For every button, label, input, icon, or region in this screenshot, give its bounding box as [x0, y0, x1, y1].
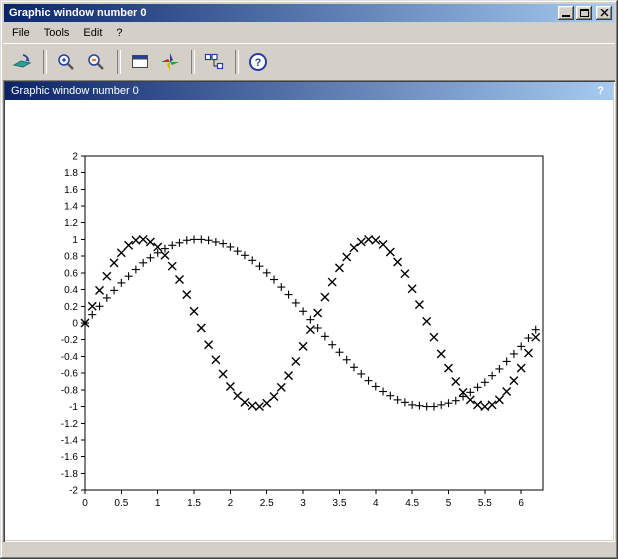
- figure-title: Graphic window number 0: [11, 85, 597, 97]
- svg-text:0.2: 0.2: [64, 302, 78, 313]
- svg-text:-0.4: -0.4: [61, 352, 79, 363]
- svg-text:0.5: 0.5: [114, 498, 128, 509]
- zoom-in-icon: [56, 52, 76, 72]
- toolbar-separator: [117, 50, 121, 74]
- svg-text:-0.6: -0.6: [61, 369, 79, 380]
- ged-icon: [160, 52, 180, 72]
- close-button[interactable]: [596, 6, 612, 20]
- status-bar: [3, 543, 615, 556]
- svg-text:-0.8: -0.8: [61, 385, 79, 396]
- close-icon: [600, 9, 609, 17]
- svg-text:0: 0: [72, 318, 78, 329]
- svg-text:1: 1: [155, 498, 161, 509]
- svg-text:-1.4: -1.4: [61, 435, 79, 446]
- window-title: Graphic window number 0: [9, 7, 556, 19]
- svg-text:0: 0: [82, 498, 88, 509]
- svg-text:4: 4: [373, 498, 379, 509]
- figure-properties-button[interactable]: [126, 48, 154, 76]
- svg-text:1.8: 1.8: [64, 168, 78, 179]
- svg-text:5: 5: [446, 498, 452, 509]
- svg-text:1.5: 1.5: [187, 498, 201, 509]
- minimize-icon: [562, 15, 570, 17]
- toolbar-separator: [235, 50, 239, 74]
- svg-text:1.6: 1.6: [64, 185, 78, 196]
- minimize-button[interactable]: [558, 6, 574, 20]
- svg-text:-2: -2: [69, 486, 78, 497]
- svg-text:3: 3: [300, 498, 306, 509]
- svg-text:-1.8: -1.8: [61, 469, 79, 480]
- toolbar: ?: [3, 43, 615, 80]
- menu-edit[interactable]: Edit: [76, 24, 109, 42]
- svg-text:2: 2: [228, 498, 234, 509]
- svg-text:5.5: 5.5: [478, 498, 492, 509]
- zoom-out-icon: [86, 52, 106, 72]
- svg-text:-1.2: -1.2: [61, 419, 79, 430]
- entity-picker-icon: [204, 52, 224, 72]
- svg-text:1.2: 1.2: [64, 218, 78, 229]
- figure-title-bar[interactable]: Graphic window number 0 ?: [5, 82, 613, 100]
- menu-file[interactable]: File: [5, 24, 37, 42]
- maximize-icon: [580, 9, 589, 17]
- toolbar-separator: [191, 50, 195, 74]
- svg-text:?: ?: [255, 57, 262, 69]
- zoom-out-button[interactable]: [82, 48, 110, 76]
- rotate-button[interactable]: [8, 48, 36, 76]
- window: Graphic window number 0 File Tools Edit …: [0, 0, 618, 559]
- title-bar[interactable]: Graphic window number 0: [4, 4, 614, 22]
- svg-text:4.5: 4.5: [405, 498, 419, 509]
- svg-text:-1.6: -1.6: [61, 452, 79, 463]
- entity-picker-button[interactable]: [200, 48, 228, 76]
- svg-text:2.5: 2.5: [260, 498, 274, 509]
- figure-client: Graphic window number 0 ? 0 0.5 1 1.5 2 2.5 3 3…: [3, 80, 615, 542]
- menu-bar: File Tools Edit ?: [3, 23, 615, 43]
- svg-text:-0.2: -0.2: [61, 335, 79, 346]
- plot-canvas[interactable]: 0 0.5 1 1.5 2 2.5 3 3.5 4 4.5 5 5.5 6 2 1.8 1.6 1.4 1.2 1 0…: [5, 100, 613, 540]
- svg-text:6: 6: [518, 498, 524, 509]
- svg-text:0.4: 0.4: [64, 285, 78, 296]
- menu-help[interactable]: ?: [109, 24, 129, 42]
- toolbar-separator: [43, 50, 47, 74]
- ged-button[interactable]: [156, 48, 184, 76]
- svg-text:0.6: 0.6: [64, 268, 78, 279]
- help-icon: ?: [248, 52, 268, 72]
- svg-text:2: 2: [72, 151, 78, 162]
- svg-text:-1: -1: [69, 402, 78, 413]
- rotate-icon: [12, 52, 32, 72]
- help-button[interactable]: ?: [244, 48, 272, 76]
- figure-help-button[interactable]: ?: [597, 85, 604, 97]
- plot-svg: 0 0.5 1 1.5 2 2.5 3 3.5 4 4.5 5 5.5 6 2 1.8 1.6 1.4 1.2 1 0…: [5, 100, 613, 540]
- zoom-in-button[interactable]: [52, 48, 80, 76]
- svg-text:3.5: 3.5: [333, 498, 347, 509]
- figure-properties-icon: [130, 52, 150, 72]
- svg-text:0.8: 0.8: [64, 252, 78, 263]
- maximize-button[interactable]: [576, 6, 592, 20]
- menu-tools[interactable]: Tools: [37, 24, 77, 42]
- svg-text:1: 1: [72, 235, 78, 246]
- svg-text:1.4: 1.4: [64, 202, 78, 213]
